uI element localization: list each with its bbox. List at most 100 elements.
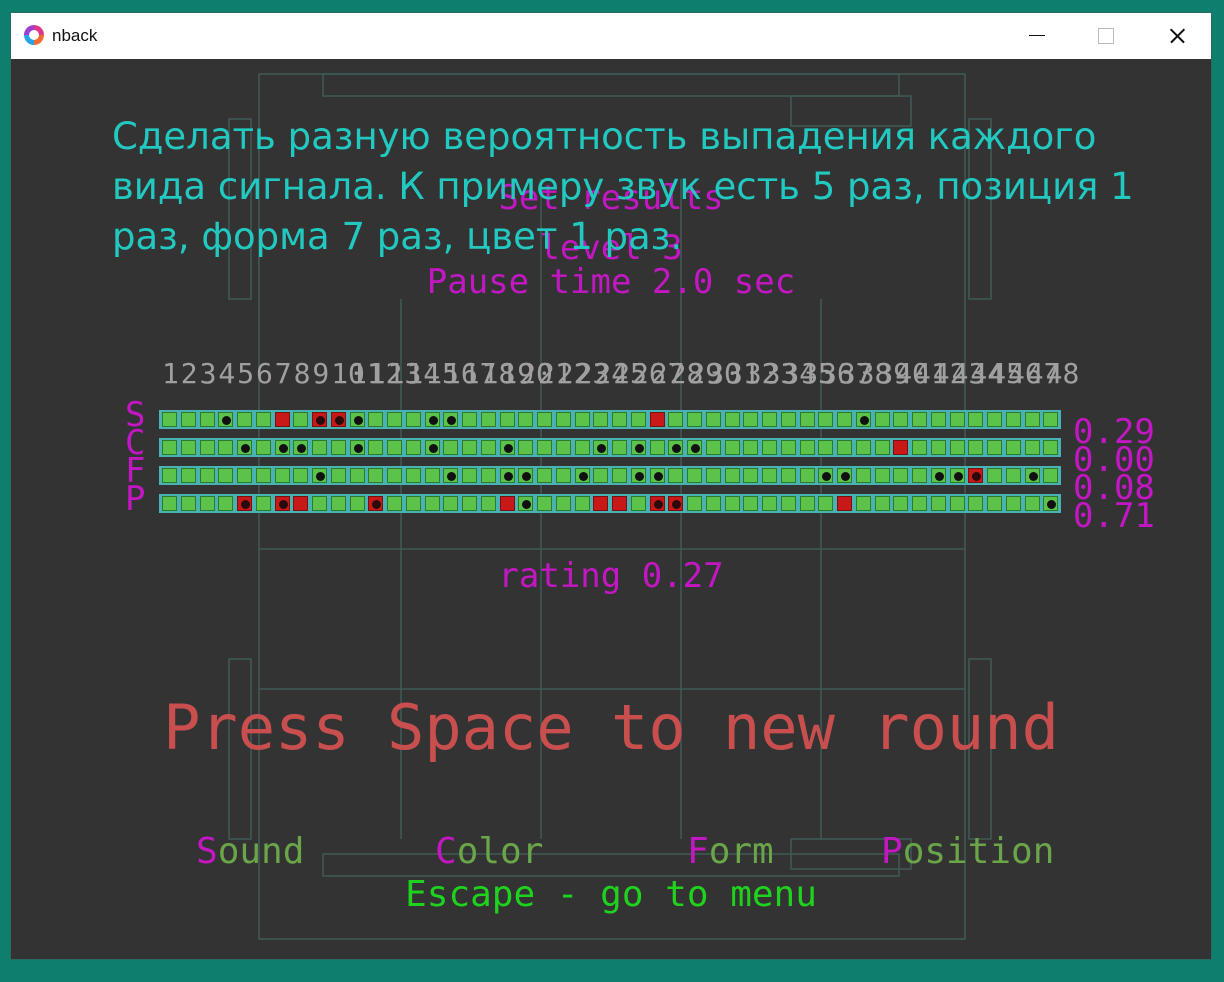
- game-canvas[interactable]: Set results level 3 Pause time 2.0 sec С…: [11, 59, 1211, 959]
- column-number: 48: [1045, 357, 1080, 390]
- key-sound[interactable]: Sound: [196, 831, 304, 872]
- result-cell: [593, 468, 609, 483]
- result-cell: [968, 412, 984, 427]
- dot-icon: [672, 444, 682, 453]
- key-label: olor: [456, 831, 544, 872]
- result-cell: [480, 412, 496, 427]
- result-cell: [162, 496, 177, 511]
- key-color[interactable]: Color: [435, 831, 543, 872]
- result-cell: [968, 468, 984, 483]
- result-cell: [293, 440, 309, 455]
- close-button[interactable]: [1141, 13, 1211, 59]
- dot-icon: [578, 472, 588, 481]
- column-number: 2: [180, 357, 198, 390]
- result-cell: [949, 496, 965, 511]
- result-cell: [837, 412, 852, 427]
- result-cell: [462, 440, 477, 455]
- result-cell: [237, 468, 252, 483]
- result-cell: [949, 468, 965, 483]
- dot-icon: [447, 472, 457, 481]
- result-cell: [649, 496, 665, 511]
- result-cell: [593, 440, 609, 455]
- hotkey-letter: P: [881, 831, 903, 872]
- result-cell: [668, 440, 684, 455]
- result-cell: [630, 412, 646, 427]
- result-cell: [199, 468, 215, 483]
- result-cell: [237, 412, 252, 427]
- overlay-note: Сделать разную вероятность выпадения каж…: [112, 115, 1134, 258]
- result-cell: [199, 496, 215, 511]
- dot-icon: [934, 472, 944, 481]
- column-number: 7: [274, 357, 292, 390]
- result-cell: [480, 440, 496, 455]
- result-cell: [630, 468, 646, 483]
- result-cell: [330, 496, 346, 511]
- result-cell: [537, 440, 552, 455]
- column-number: 1: [162, 357, 179, 390]
- result-cell: [518, 412, 534, 427]
- minimize-button[interactable]: [1001, 13, 1071, 59]
- result-cell: [237, 496, 252, 511]
- result-cell: [743, 412, 759, 427]
- result-cell: [555, 440, 571, 455]
- result-cell: [593, 412, 609, 427]
- dot-icon: [522, 500, 532, 509]
- rating-label: rating 0.27: [498, 556, 724, 596]
- result-cell: [312, 468, 327, 483]
- dot-icon: [428, 444, 438, 453]
- result-cell: [368, 496, 384, 511]
- dot-icon: [278, 444, 288, 453]
- result-cell: [180, 496, 196, 511]
- result-cell: [387, 440, 402, 455]
- result-cell: [649, 412, 665, 427]
- result-cell: [1005, 496, 1021, 511]
- result-cell: [255, 412, 271, 427]
- result-cell: [424, 412, 440, 427]
- result-cell: [293, 468, 309, 483]
- result-cell: [218, 468, 234, 483]
- dot-icon: [634, 444, 644, 453]
- column-number: 6: [256, 357, 273, 390]
- result-cell: [387, 412, 402, 427]
- result-row: [159, 438, 1061, 457]
- result-cell: [762, 412, 777, 427]
- dot-icon: [222, 416, 232, 425]
- result-cell: [387, 468, 402, 483]
- result-cell: [743, 496, 759, 511]
- result-cell: [405, 496, 421, 511]
- key-form[interactable]: Form: [687, 831, 774, 872]
- result-cell: [593, 496, 609, 511]
- key-position[interactable]: Position: [881, 831, 1054, 872]
- title-bar[interactable]: nback: [11, 13, 1211, 59]
- result-cell: [930, 496, 946, 511]
- dot-icon: [297, 444, 307, 453]
- result-cell: [630, 496, 646, 511]
- result-cell: [255, 440, 271, 455]
- result-cell: [180, 440, 196, 455]
- result-cell: [612, 440, 627, 455]
- result-cell: [574, 468, 590, 483]
- dot-icon: [447, 416, 457, 425]
- dot-icon: [522, 472, 532, 481]
- maximize-button[interactable]: [1071, 13, 1141, 59]
- dot-icon: [316, 416, 325, 425]
- result-cell: [893, 440, 909, 455]
- result-row: [159, 494, 1061, 513]
- result-cell: [724, 468, 740, 483]
- dot-icon: [241, 444, 250, 453]
- result-cell: [968, 440, 984, 455]
- result-cell: [1043, 468, 1059, 483]
- result-cell: [630, 440, 646, 455]
- window-title: nback: [52, 26, 98, 45]
- result-cell: [368, 440, 384, 455]
- dot-icon: [428, 416, 438, 425]
- result-cell: [274, 412, 290, 427]
- result-cell: [762, 496, 777, 511]
- result-cell: [912, 440, 927, 455]
- column-number: 9: [312, 357, 330, 390]
- result-cell: [1043, 440, 1059, 455]
- dot-icon: [353, 416, 363, 425]
- result-cell: [818, 468, 834, 483]
- result-cell: [799, 468, 815, 483]
- result-cell: [818, 496, 834, 511]
